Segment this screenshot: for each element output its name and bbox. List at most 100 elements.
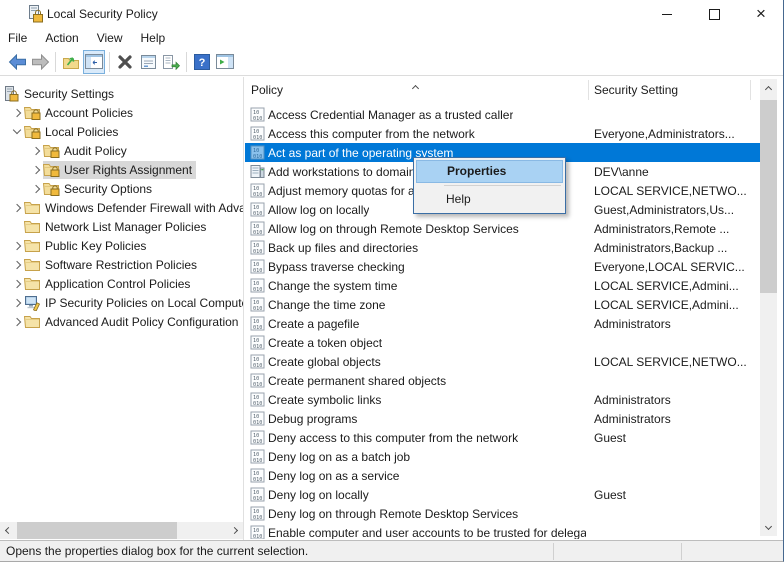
policy-doc-icon: 10010 bbox=[250, 468, 265, 483]
menu-action[interactable]: Action bbox=[45, 31, 78, 45]
export-list-button[interactable] bbox=[160, 50, 182, 74]
titlebar: Local Security Policy × bbox=[0, 0, 784, 28]
policy-row-debug-programs[interactable]: 10010Debug programsAdministrators bbox=[245, 409, 760, 428]
svg-text:010: 010 bbox=[253, 249, 262, 255]
show-hide-action-pane-button[interactable] bbox=[214, 50, 236, 74]
minimize-button[interactable] bbox=[644, 0, 690, 28]
policy-doc-icon: 10010 bbox=[250, 221, 265, 236]
chevron-right-icon[interactable] bbox=[10, 236, 24, 255]
console-tree-icon bbox=[85, 54, 103, 69]
folder-icon bbox=[24, 314, 41, 329]
chevron-right-icon[interactable] bbox=[10, 312, 24, 331]
scroll-right-button[interactable] bbox=[226, 522, 243, 539]
chevron-right-icon[interactable] bbox=[10, 274, 24, 293]
scrollbar-thumb[interactable] bbox=[17, 522, 177, 539]
menu-view[interactable]: View bbox=[97, 31, 123, 45]
policy-row-create-symbolic-links[interactable]: 10010Create symbolic linksAdministrators bbox=[245, 390, 760, 409]
context-menu-item-properties[interactable]: Properties bbox=[416, 160, 563, 183]
svg-text:010: 010 bbox=[253, 344, 262, 350]
policy-row-allow-log-on-through-remote-desktop-services[interactable]: 10010Allow log on through Remote Desktop… bbox=[245, 219, 760, 238]
svg-text:010: 010 bbox=[253, 268, 262, 274]
svg-text:010: 010 bbox=[253, 116, 262, 122]
up-one-level-button[interactable] bbox=[60, 50, 82, 74]
maximize-button[interactable] bbox=[691, 0, 737, 28]
policy-doc-icon: 10010 bbox=[250, 487, 265, 502]
policy-row-deny-log-on-as-a-service[interactable]: 10010Deny log on as a service bbox=[245, 466, 760, 485]
chevron-right-icon[interactable] bbox=[29, 160, 43, 179]
policy-row-change-the-system-time[interactable]: 10010Change the system timeLOCAL SERVICE… bbox=[245, 276, 760, 295]
policy-row-change-the-time-zone[interactable]: 10010Change the time zoneLOCAL SERVICE,A… bbox=[245, 295, 760, 314]
context-menu-separator bbox=[444, 185, 561, 186]
policy-row-create-a-token-object[interactable]: 10010Create a token object bbox=[245, 333, 760, 352]
scroll-down-button[interactable] bbox=[760, 519, 777, 536]
chevron-down-icon[interactable] bbox=[10, 122, 24, 141]
back-button[interactable] bbox=[6, 50, 28, 74]
policy-row-create-a-pagefile[interactable]: 10010Create a pagefileAdministrators bbox=[245, 314, 760, 333]
tree-item-advanced-audit-policy-configuration[interactable]: Advanced Audit Policy Configuration bbox=[0, 312, 243, 331]
properties-button[interactable] bbox=[137, 50, 159, 74]
policy-row-create-global-objects[interactable]: 10010Create global objectsLOCAL SERVICE,… bbox=[245, 352, 760, 371]
local-security-policy-app-icon bbox=[28, 5, 44, 23]
chevron-right-icon[interactable] bbox=[10, 103, 24, 122]
policy-row-create-permanent-shared-objects[interactable]: 10010Create permanent shared objects bbox=[245, 371, 760, 390]
window-title: Local Security Policy bbox=[47, 7, 158, 21]
menu-help[interactable]: Help bbox=[141, 31, 166, 45]
policy-doc-icon: 10010 bbox=[250, 183, 265, 198]
delete-button[interactable] bbox=[114, 50, 136, 74]
tree-horizontal-scrollbar[interactable] bbox=[0, 522, 243, 539]
folder-lock-icon bbox=[43, 181, 60, 196]
folder-icon bbox=[24, 276, 41, 291]
tree-item-user-rights-assignment[interactable]: User Rights Assignment bbox=[0, 160, 243, 179]
svg-text:010: 010 bbox=[253, 287, 262, 293]
delete-x-icon bbox=[117, 54, 133, 70]
policy-row-back-up-files-and-directories[interactable]: 10010Back up files and directoriesAdmini… bbox=[245, 238, 760, 257]
policy-doc-icon: 10010 bbox=[250, 354, 265, 369]
tree-item-windows-defender-firewall-with-adva[interactable]: Windows Defender Firewall with Adva bbox=[0, 198, 243, 217]
chevron-right-icon[interactable] bbox=[10, 255, 24, 274]
policy-row-enable-computer-and-user-accounts-to-be-trusted-for-delega[interactable]: 10010Enable computer and user accounts t… bbox=[245, 523, 760, 539]
svg-text:010: 010 bbox=[253, 382, 262, 388]
show-hide-console-tree-button[interactable] bbox=[83, 50, 105, 74]
scroll-left-button[interactable] bbox=[0, 522, 17, 539]
tree-item-public-key-policies[interactable]: Public Key Policies bbox=[0, 236, 243, 255]
chevron-right-icon[interactable] bbox=[10, 198, 24, 217]
tree-item-application-control-policies[interactable]: Application Control Policies bbox=[0, 274, 243, 293]
svg-text:010: 010 bbox=[253, 496, 262, 502]
tree-item-ip-security-policies-on-local-compute[interactable]: IP Security Policies on Local Compute bbox=[0, 293, 243, 312]
tree-item-local-policies[interactable]: Local Policies bbox=[0, 122, 243, 141]
policy-row-access-credential-manager-as-a-trusted-caller[interactable]: 10010Access Credential Manager as a trus… bbox=[245, 105, 760, 124]
policy-doc-icon: 10010 bbox=[250, 392, 265, 407]
policy-row-deny-log-on-as-a-batch-job[interactable]: 10010Deny log on as a batch job bbox=[245, 447, 760, 466]
help-icon: ? bbox=[194, 54, 210, 70]
policy-row-deny-log-on-locally[interactable]: 10010Deny log on locallyGuest bbox=[245, 485, 760, 504]
policy-doc-icon: 10010 bbox=[250, 202, 265, 217]
tree-item-network-list-manager-policies[interactable]: Network List Manager Policies bbox=[0, 217, 243, 236]
policy-row-deny-log-on-through-remote-desktop-services[interactable]: 10010Deny log on through Remote Desktop … bbox=[245, 504, 760, 523]
forward-button[interactable] bbox=[29, 50, 51, 74]
policy-doc-icon: 10010 bbox=[250, 259, 265, 274]
chevron-right-icon[interactable] bbox=[29, 141, 43, 160]
context-menu-item-help[interactable]: Help bbox=[416, 188, 563, 211]
list-vertical-scrollbar[interactable] bbox=[760, 79, 777, 536]
statusbar-divider bbox=[553, 543, 554, 560]
tree-item-audit-policy[interactable]: Audit Policy bbox=[0, 141, 243, 160]
help-button[interactable]: ? bbox=[191, 50, 213, 74]
close-button[interactable]: × bbox=[738, 0, 784, 28]
policy-row-access-this-computer-from-the-network[interactable]: 10010Access this computer from the netwo… bbox=[245, 124, 760, 143]
computer-pen-icon bbox=[24, 295, 41, 311]
tree-item-security-settings[interactable]: Security Settings bbox=[0, 84, 243, 103]
tree-item-software-restriction-policies[interactable]: Software Restriction Policies bbox=[0, 255, 243, 274]
chevron-right-icon[interactable] bbox=[10, 293, 24, 312]
svg-text:010: 010 bbox=[253, 192, 262, 198]
tree-indent bbox=[10, 217, 24, 236]
scrollbar-thumb[interactable] bbox=[760, 100, 777, 293]
menu-file[interactable]: File bbox=[8, 31, 27, 45]
tree-item-account-policies[interactable]: Account Policies bbox=[0, 103, 243, 122]
scroll-up-button[interactable] bbox=[760, 79, 777, 96]
policy-doc-icon: 10010 bbox=[250, 278, 265, 293]
policy-row-bypass-traverse-checking[interactable]: 10010Bypass traverse checkingEveryone,LO… bbox=[245, 257, 760, 276]
toolbar-separator bbox=[55, 52, 56, 72]
policy-row-deny-access-to-this-computer-from-the-network[interactable]: 10010Deny access to this computer from t… bbox=[245, 428, 760, 447]
tree-item-security-options[interactable]: Security Options bbox=[0, 179, 243, 198]
chevron-right-icon[interactable] bbox=[29, 179, 43, 198]
